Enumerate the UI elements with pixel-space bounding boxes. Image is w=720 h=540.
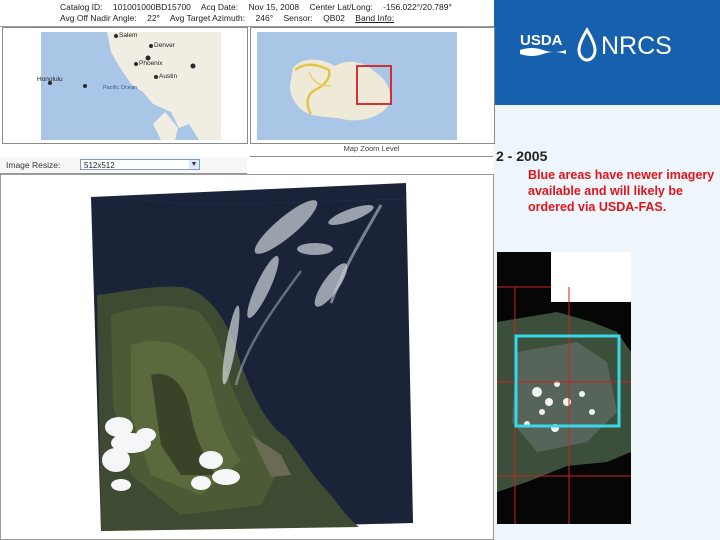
ocean-label: Pacific Ocean [103,85,137,91]
acq-date-label: Acq Date: [200,2,239,12]
zoom-map-caption: Map Zoom Level [250,144,493,157]
city-label: Phoenix [139,60,163,67]
slide-note: Blue areas have newer imagery available … [528,168,715,214]
nadir-label: Avg Off Nadir Angle: [60,13,137,23]
slide-year-range: 2 - 2005 [496,148,548,164]
image-resize-label: Image Resize: [6,160,61,170]
svg-text:NRCS: NRCS [601,32,672,60]
satellite-image-frame [0,174,494,540]
svg-text:USDA: USDA [520,32,563,49]
center-value: -156.022°/20.789° [383,2,452,12]
image-metadata-bar: Catalog ID: 101001000BD15700 Acq Date: N… [0,0,494,27]
catalog-id-value: 101001000BD15700 [112,2,191,12]
city-label: Salem [119,32,137,39]
sensor-value: QB02 [323,13,345,23]
metadata-row-2: Avg Off Nadir Angle: 22° Avg Target Azim… [60,13,402,23]
chevron-down-icon[interactable]: ▼ [189,160,199,169]
sensor-label: Sensor: [283,13,313,23]
overview-map[interactable]: Salem Denver Phoenix Austin Honolulu Pac… [2,27,248,144]
band-info-link[interactable]: Band Info: [355,13,394,23]
coverage-map-tile [497,252,631,524]
city-label: Honolulu [37,76,63,83]
metadata-row-1: Catalog ID: 101001000BD15700 Acq Date: N… [60,2,460,12]
city-label: Austin [159,73,177,80]
center-label: Center Lat/Long: [309,2,373,12]
image-resize-select[interactable]: 512x512 ▼ [80,159,200,170]
azimuth-label: Avg Target Azimuth: [169,13,246,23]
usda-logo: USDA [520,32,566,56]
nrcs-logo: NRCS [577,27,672,62]
acq-date-value: Nov 15, 2008 [248,2,300,12]
azimuth-value: 246° [255,13,274,23]
image-resize-bar: Image Resize: 512x512 ▼ [0,157,247,174]
nadir-value: 22° [147,13,160,23]
catalog-id-label: Catalog ID: [60,2,103,12]
city-label: Denver [154,42,176,49]
satellite-image [1,175,493,539]
image-resize-value: 512x512 [84,161,115,170]
zoom-map[interactable] [250,27,495,144]
